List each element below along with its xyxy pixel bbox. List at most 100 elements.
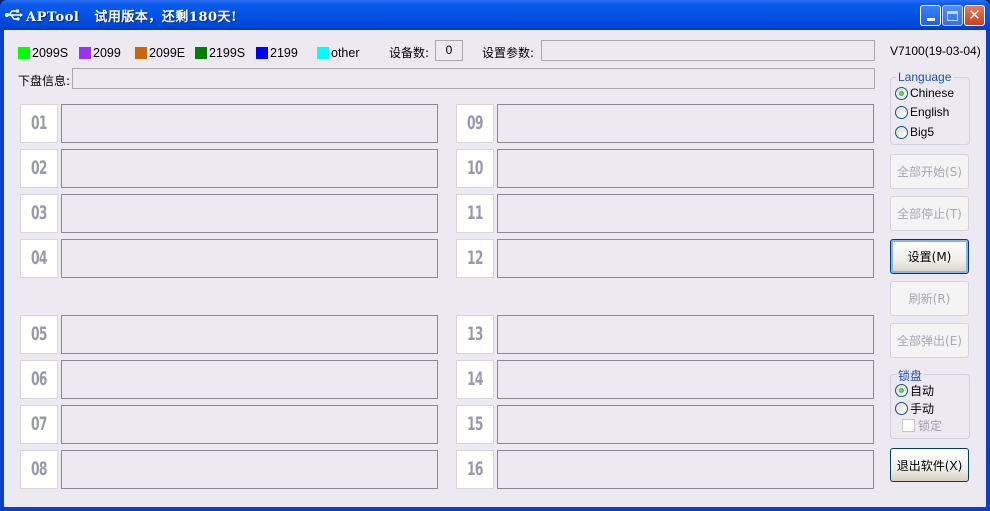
trial-notice: 试用版本，还剩180天!	[94, 10, 238, 25]
slot-number: 06	[20, 360, 58, 399]
checkbox-icon	[902, 419, 915, 432]
slot-number: 01	[20, 104, 58, 143]
slot-number-text: 09	[467, 112, 483, 134]
slot-number: 08	[20, 450, 58, 489]
slot-number: 13	[456, 315, 494, 354]
download-info-field	[72, 68, 875, 89]
slot-number-text: 05	[31, 323, 47, 345]
slot-status-bar	[61, 360, 438, 399]
radio-label: Big5	[910, 125, 935, 139]
slot-number-text: 14	[467, 368, 483, 390]
settings-params-label: 设置参数:	[482, 46, 535, 60]
download-info-label: 下盘信息:	[18, 74, 71, 88]
legend-label: 2199S	[209, 46, 246, 60]
radio-label: 自动	[910, 384, 935, 398]
slot-number-text: 13	[467, 323, 483, 345]
eject-all-button[interactable]: 全部弹出(E)	[890, 323, 969, 358]
slot-status-bar	[61, 405, 438, 444]
radio-icon	[895, 86, 908, 100]
lock-option-auto[interactable]: 自动	[895, 382, 934, 399]
radio-label: Chinese	[910, 86, 955, 100]
start-all-button[interactable]: 全部开始(S)	[890, 154, 969, 189]
maximize-icon	[947, 10, 958, 21]
slot-number: 11	[456, 194, 494, 233]
radio-label: English	[910, 105, 950, 119]
legend-swatch	[79, 47, 91, 59]
exit-button[interactable]: 退出软件(X)	[890, 448, 969, 482]
settings-params-field	[541, 40, 875, 61]
version-label: V7100(19-03-04)	[890, 44, 981, 58]
slot-number-text: 07	[31, 413, 47, 435]
slot-status-bar	[497, 149, 874, 188]
usb-icon	[5, 9, 23, 21]
lock-checkbox[interactable]: 锁定	[902, 417, 942, 434]
slot-status-bar	[497, 104, 874, 143]
settings-button[interactable]: 设置(M)	[890, 239, 969, 274]
title-bar[interactable]: APTool 试用版本，还剩180天! ✕	[0, 0, 990, 30]
close-icon: ✕	[968, 6, 981, 24]
legend-swatch	[195, 47, 207, 59]
radio-icon	[895, 402, 908, 415]
slot-status-bar	[61, 315, 438, 354]
slot-status-bar	[61, 450, 438, 489]
slot-number: 14	[456, 360, 494, 399]
slot-number-text: 15	[467, 413, 483, 435]
language-option-english[interactable]: English	[895, 105, 949, 119]
legend-swatch	[135, 47, 147, 59]
slot-number-text: 08	[31, 458, 47, 480]
close-button[interactable]: ✕	[964, 5, 985, 26]
slot-number: 12	[456, 239, 494, 278]
stop-all-button[interactable]: 全部停止(T)	[890, 196, 969, 231]
slot-number-text: 01	[31, 112, 47, 134]
radio-label: 手动	[910, 402, 935, 416]
slot-number: 04	[20, 239, 58, 278]
checkbox-label: 锁定	[918, 419, 943, 433]
maximize-button[interactable]	[942, 5, 963, 26]
slot-status-bar	[61, 104, 438, 143]
slot-number: 05	[20, 315, 58, 354]
legend-item: other	[317, 46, 360, 60]
slot-number: 03	[20, 194, 58, 233]
slot-number: 09	[456, 104, 494, 143]
app-name: APTool	[26, 10, 80, 25]
legend-label: 2099E	[149, 46, 186, 60]
slot-number-text: 16	[467, 458, 483, 480]
app-window: APTool 试用版本，还剩180天! ✕ 2099S 2099 2099E 2…	[0, 0, 990, 511]
slot-status-bar	[61, 149, 438, 188]
legend-label: 2199	[270, 46, 298, 60]
legend-item: 2199	[256, 46, 298, 60]
minimize-button[interactable]	[920, 5, 941, 26]
slot-status-bar	[497, 315, 874, 354]
language-group-title: Language	[896, 70, 954, 84]
slot-status-bar	[497, 194, 874, 233]
legend-item: 2099	[79, 46, 121, 60]
legend-label: other	[331, 46, 360, 60]
refresh-button[interactable]: 刷新(R)	[890, 281, 969, 316]
slot-number: 15	[456, 405, 494, 444]
radio-icon	[895, 125, 908, 139]
slot-number: 02	[20, 149, 58, 188]
device-count-label: 设备数:	[389, 46, 430, 60]
legend-swatch	[18, 47, 30, 59]
slot-number-text: 04	[31, 247, 47, 269]
slot-number: 07	[20, 405, 58, 444]
language-option-big5[interactable]: Big5	[895, 125, 934, 139]
slot-number-text: 06	[31, 368, 47, 390]
lock-option-manual[interactable]: 手动	[895, 400, 934, 417]
language-option-chinese[interactable]: Chinese	[895, 86, 954, 100]
slot-number-text: 12	[467, 247, 483, 269]
slot-status-bar	[61, 239, 438, 278]
slot-number-text: 10	[467, 157, 483, 179]
device-count-value: 0	[435, 40, 463, 61]
radio-icon	[895, 384, 908, 397]
legend-item: 2099E	[135, 46, 185, 60]
slot-number-text: 11	[467, 202, 483, 224]
legend-swatch	[317, 47, 329, 59]
slot-number-text: 02	[31, 157, 47, 179]
main-panel: 2099S 2099 2099E 2199S 2199 other 设备数: 0…	[4, 30, 986, 507]
legend-swatch	[256, 47, 268, 59]
slot-number-text: 03	[31, 202, 47, 224]
radio-icon	[895, 105, 908, 119]
legend-item: 2099S	[18, 46, 68, 60]
slot-status-bar	[497, 405, 874, 444]
